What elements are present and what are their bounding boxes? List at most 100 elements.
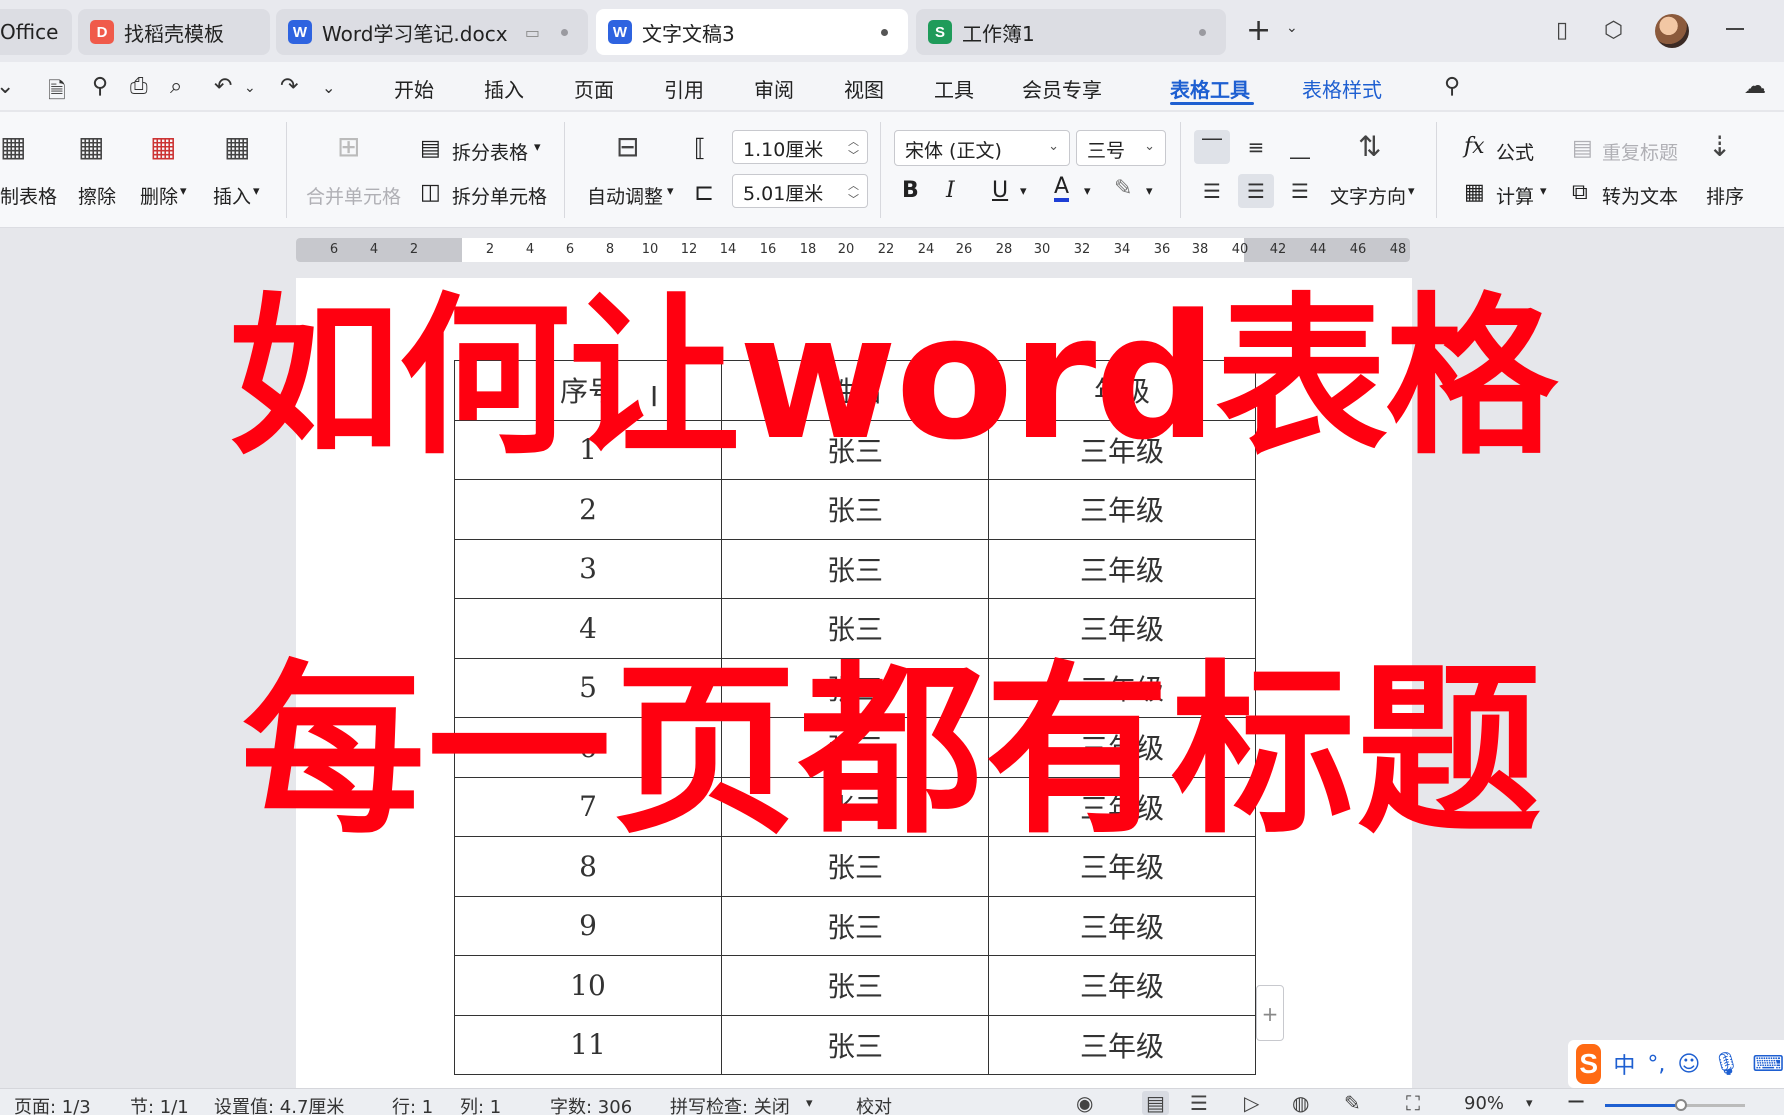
table-cell[interactable]: 三年级	[988, 895, 1256, 956]
web-view-icon[interactable]: ◍	[1292, 1091, 1309, 1115]
bold-icon[interactable]: B	[902, 178, 919, 203]
table-cell[interactable]: 张三	[721, 895, 989, 956]
tablet-mode-icon[interactable]: ▯	[1556, 18, 1568, 43]
redo-icon[interactable]: ↷	[280, 74, 298, 99]
microphone-icon[interactable]: 🎙	[1712, 1052, 1740, 1077]
avatar[interactable]	[1655, 14, 1689, 48]
ime-punctuation[interactable]: °,	[1647, 1052, 1665, 1077]
chevron-down-icon[interactable]: ▾	[1146, 184, 1153, 199]
outline-view-icon[interactable]: ☰	[1190, 1091, 1208, 1115]
chevron-down-icon[interactable]: ▾	[1540, 184, 1547, 199]
stepper-down-icon[interactable]: ﹀	[848, 191, 859, 207]
insert-button[interactable]: 插入	[213, 182, 251, 209]
input-method-toolbar[interactable]: S 中 °, ☺ 🎙 ⌨	[1568, 1040, 1784, 1088]
align-right-icon[interactable]: ☰	[1282, 174, 1318, 208]
add-row-plus-icon[interactable]: +	[1256, 985, 1284, 1041]
table-cell[interactable]: 三年级	[988, 955, 1256, 1016]
underline-icon[interactable]: U	[992, 178, 1008, 203]
cloud-icon[interactable]: ☁	[1744, 74, 1766, 99]
chevron-down-icon[interactable]: ⌄	[244, 80, 256, 96]
font-size-select[interactable]: 三号 ⌄	[1076, 130, 1166, 166]
chevron-down-icon[interactable]: ▾	[806, 1096, 813, 1111]
draw-table-button[interactable]: 制表格	[0, 182, 57, 209]
merge-cells-button[interactable]: 合并单元格	[306, 182, 401, 209]
menu-page[interactable]: 页面	[574, 74, 614, 103]
menu-view[interactable]: 视图	[844, 74, 884, 103]
chevron-down-icon[interactable]: ⌄	[322, 78, 335, 97]
width-stepper[interactable]: 1.10厘米 ︿ ﹀	[732, 130, 868, 164]
link-icon[interactable]: ⚲	[92, 74, 108, 99]
zoom-level[interactable]: 90%	[1464, 1093, 1504, 1114]
play-icon[interactable]: ▷	[1244, 1091, 1259, 1115]
status-page[interactable]: 页面: 1/3	[14, 1093, 91, 1115]
ime-chinese-mode[interactable]: 中	[1613, 1048, 1635, 1080]
search-icon[interactable]: ⚲	[1444, 74, 1460, 99]
table-cell[interactable]: 张三	[721, 955, 989, 1016]
print-preview-icon[interactable]: ⌕	[170, 74, 182, 99]
status-proofread[interactable]: 校对	[856, 1093, 892, 1115]
table-cell[interactable]: 张三	[721, 1014, 989, 1075]
menu-tools[interactable]: 工具	[934, 74, 974, 103]
table-cell[interactable]: 三年级	[988, 1014, 1256, 1075]
menu-review[interactable]: 审阅	[754, 74, 794, 103]
stepper-down-icon[interactable]: ﹀	[848, 147, 859, 163]
highlight-icon[interactable]: ✎	[1114, 176, 1132, 201]
table-cell[interactable]: 三年级	[988, 538, 1256, 599]
print-icon[interactable]: ⎙	[130, 74, 148, 99]
chevron-down-icon[interactable]: ⌄	[0, 74, 14, 99]
status-spell-check[interactable]: 拼写检查: 关闭	[670, 1093, 790, 1115]
zoom-slider-knob[interactable]	[1675, 1099, 1687, 1111]
align-bottom-icon[interactable]: ⎽	[1282, 130, 1318, 164]
menu-insert[interactable]: 插入	[484, 74, 524, 103]
delete-button[interactable]: 删除	[140, 182, 178, 209]
horizontal-ruler[interactable]: 6 4 2 2 4 6 8 10 12 14 16 18 20 22 24 26…	[296, 238, 1410, 262]
align-top-icon[interactable]: ⎺	[1194, 130, 1230, 164]
convert-to-text-button[interactable]: 转为文本	[1602, 182, 1678, 209]
sort-button[interactable]: 排序	[1706, 182, 1744, 209]
status-word-count[interactable]: 字数: 306	[550, 1093, 632, 1115]
minimize-icon[interactable]	[1726, 28, 1744, 30]
align-center-icon[interactable]: ☰	[1238, 174, 1274, 208]
fit-page-icon[interactable]: ⛶	[1406, 1091, 1420, 1115]
split-table-button[interactable]: 拆分表格	[452, 138, 528, 165]
chevron-down-icon[interactable]: ▾	[534, 140, 541, 155]
eye-icon[interactable]: ◉	[1076, 1091, 1093, 1115]
table-cell[interactable]: 9	[454, 895, 722, 956]
cube-icon[interactable]: ⬡	[1604, 18, 1623, 43]
tab-template[interactable]: D 找稻壳模板	[78, 9, 270, 55]
formula-button[interactable]: 公式	[1496, 138, 1534, 165]
new-tab-plus-icon[interactable]: +	[1246, 14, 1271, 48]
calculate-button[interactable]: 计算	[1496, 182, 1534, 209]
table-cell[interactable]: 3	[454, 538, 722, 599]
chevron-down-icon[interactable]: ⌄	[1286, 20, 1298, 36]
split-cells-button[interactable]: 拆分单元格	[452, 182, 547, 209]
menu-home[interactable]: 开始	[394, 74, 434, 103]
chevron-down-icon[interactable]: ▾	[667, 184, 674, 199]
chevron-down-icon[interactable]: ▾	[1020, 184, 1027, 199]
emoji-icon[interactable]: ☺	[1677, 1052, 1700, 1077]
status-section[interactable]: 节: 1/1	[130, 1093, 189, 1115]
table-cell[interactable]: 10	[454, 955, 722, 1016]
table-cell[interactable]: 三年级	[988, 479, 1256, 540]
save-icon[interactable]: 🗎	[48, 74, 66, 112]
zoom-out-icon[interactable]: −	[1566, 1087, 1586, 1115]
chevron-down-icon[interactable]: ▾	[1084, 184, 1091, 199]
chevron-down-icon[interactable]: ▾	[1408, 184, 1415, 199]
table-cell[interactable]: 张三	[721, 479, 989, 540]
chevron-down-icon[interactable]: ▾	[180, 184, 187, 199]
chevron-down-icon[interactable]: ▾	[1526, 1096, 1533, 1111]
table-cell[interactable]: 2	[454, 479, 722, 540]
menu-table-tools[interactable]: 表格工具	[1170, 74, 1250, 103]
align-left-icon[interactable]: ☰	[1194, 174, 1230, 208]
menu-references[interactable]: 引用	[664, 74, 704, 103]
repeat-header-button[interactable]: 重复标题	[1602, 138, 1678, 165]
tab-office[interactable]: Office	[0, 9, 72, 55]
erase-button[interactable]: 擦除	[78, 182, 116, 209]
tab-workbook[interactable]: S 工作簿1	[916, 9, 1226, 55]
table-cell[interactable]: 11	[454, 1014, 722, 1075]
undo-icon[interactable]: ↶	[214, 74, 232, 99]
pen-icon[interactable]: ✎	[1344, 1091, 1361, 1115]
italic-icon[interactable]: I	[946, 178, 955, 203]
align-middle-icon[interactable]: ≡	[1238, 130, 1274, 164]
font-color-icon[interactable]: A	[1054, 176, 1070, 202]
